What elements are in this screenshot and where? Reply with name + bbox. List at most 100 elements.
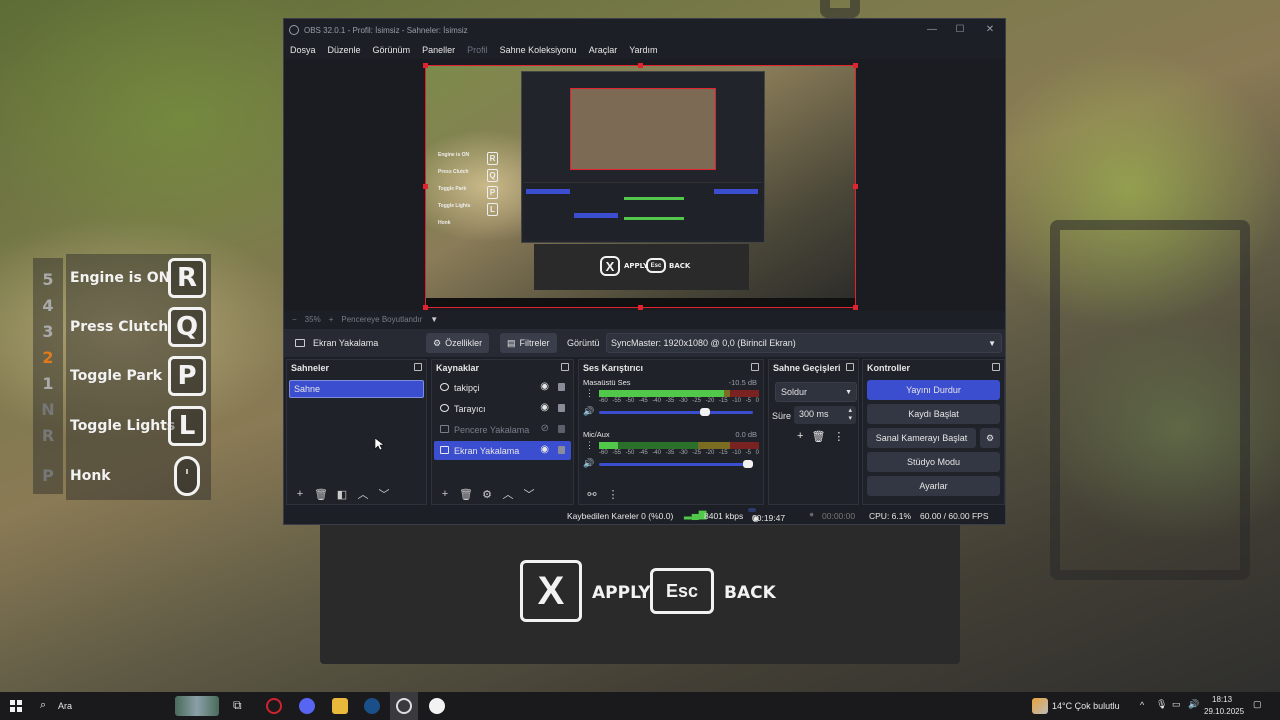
- windows-start-icon[interactable]: [10, 700, 22, 712]
- eye-hidden-icon[interactable]: ⊘: [541, 423, 549, 434]
- undock-icon[interactable]: [561, 363, 569, 371]
- microphone-icon[interactable]: 🎙: [1156, 699, 1167, 710]
- add-icon[interactable]: +: [797, 430, 803, 443]
- minimize-button[interactable]: —: [924, 22, 940, 38]
- menu-paneller[interactable]: Paneller: [416, 45, 461, 55]
- close-button[interactable]: ✕: [982, 22, 998, 38]
- transition-select[interactable]: Soldur ▼: [775, 382, 857, 402]
- filters-button[interactable]: ▤ Filtreler: [500, 333, 557, 353]
- resize-handle-bm[interactable]: [638, 305, 643, 310]
- preview-area[interactable]: Engine is ON R Press Clutch Q Toggle Park P…: [284, 59, 1005, 311]
- opera-icon[interactable]: [266, 698, 282, 714]
- scene-item[interactable]: Sahne: [289, 380, 424, 398]
- resize-handle-tr[interactable]: [853, 63, 858, 68]
- steam-icon[interactable]: [364, 698, 380, 714]
- filter-icon[interactable]: ◧: [333, 488, 351, 501]
- resize-handle-ml[interactable]: [423, 184, 428, 189]
- resize-handle-mr[interactable]: [853, 184, 858, 189]
- resize-handle-br[interactable]: [853, 305, 858, 310]
- start-recording-button[interactable]: Kaydı Başlat: [867, 404, 1000, 424]
- chevron-up-icon[interactable]: ︿: [499, 486, 517, 502]
- weather-text[interactable]: 14°C Çok bulutlu: [1052, 701, 1120, 711]
- trash-icon[interactable]: 🗑: [457, 488, 475, 501]
- zoom-out-button[interactable]: −: [292, 315, 297, 324]
- trash-icon[interactable]: 🗑: [312, 488, 330, 501]
- duration-spinbox[interactable]: 300 ms ▴ ▾: [794, 406, 856, 424]
- properties-button[interactable]: ⚙ Özellikler: [426, 333, 490, 353]
- undock-icon[interactable]: [751, 363, 759, 371]
- zoom-in-button[interactable]: +: [329, 315, 334, 324]
- add-icon[interactable]: +: [291, 488, 309, 500]
- studio-mode-button[interactable]: Stüdyo Modu: [867, 452, 1000, 472]
- resize-handle-bl[interactable]: [423, 305, 428, 310]
- widgets-thumbnail[interactable]: [175, 696, 219, 716]
- menu-dosya[interactable]: Dosya: [284, 45, 322, 55]
- more-vert-icon[interactable]: ⋮: [585, 388, 594, 399]
- eye-icon[interactable]: ◉: [540, 444, 549, 455]
- trash-icon[interactable]: 🗑: [811, 430, 825, 443]
- more-vert-icon[interactable]: ⋮: [833, 430, 844, 443]
- menu-gorunum[interactable]: Görünüm: [367, 45, 417, 55]
- search-icon[interactable]: ⌕: [40, 699, 46, 712]
- resize-handle-tm[interactable]: [638, 63, 643, 68]
- volume-knob[interactable]: [699, 408, 710, 416]
- apply-key[interactable]: X: [520, 560, 582, 622]
- resize-handle-tl[interactable]: [423, 63, 428, 68]
- menu-yardim[interactable]: Yardım: [623, 45, 663, 55]
- settings-button[interactable]: Ayarlar: [867, 476, 1000, 496]
- menu-sahne-koleksiyonu[interactable]: Sahne Koleksiyonu: [494, 45, 583, 55]
- chevron-down-icon[interactable]: ▼: [430, 315, 438, 324]
- preview-canvas[interactable]: Engine is ON R Press Clutch Q Toggle Park P…: [425, 65, 856, 308]
- gear-icon[interactable]: ⚙: [980, 428, 1000, 448]
- menu-araclar[interactable]: Araçlar: [583, 45, 624, 55]
- volume-slider[interactable]: [599, 460, 753, 468]
- source-item[interactable]: takipçi ◉: [434, 378, 571, 397]
- eye-icon[interactable]: ◉: [540, 381, 549, 392]
- undock-icon[interactable]: [414, 363, 422, 371]
- discord-icon[interactable]: [299, 698, 315, 714]
- volume-slider[interactable]: [599, 408, 753, 416]
- source-item[interactable]: Tarayıcı ◉: [434, 399, 571, 418]
- speaker-icon[interactable]: 🔊: [583, 406, 594, 417]
- chevron-up-icon[interactable]: ︿: [354, 486, 372, 502]
- lock-icon[interactable]: [558, 404, 565, 412]
- chevron-down-icon[interactable]: ﹀: [520, 486, 538, 502]
- lock-icon[interactable]: [558, 383, 565, 391]
- control-key: Q: [168, 307, 206, 347]
- search-label[interactable]: Ara: [58, 701, 72, 711]
- chevron-up-icon[interactable]: ^: [1140, 700, 1144, 710]
- gear-icon[interactable]: ⚙: [478, 488, 496, 501]
- obs-icon[interactable]: [396, 698, 412, 714]
- maximize-button[interactable]: ☐: [952, 22, 968, 38]
- eye-icon[interactable]: ◉: [540, 402, 549, 413]
- volume-knob[interactable]: [743, 460, 753, 468]
- display-select[interactable]: SyncMaster: 1920x1080 @ 0,0 (Birincil Ek…: [606, 333, 1002, 353]
- file-explorer-icon[interactable]: [332, 698, 348, 714]
- clock-date[interactable]: 29.10.2025: [1204, 707, 1244, 716]
- notification-icon[interactable]: ▢: [1253, 699, 1262, 710]
- lock-icon[interactable]: [558, 425, 565, 433]
- undock-icon[interactable]: [846, 363, 854, 371]
- fit-to-window-label[interactable]: Pencereye Boyutlandır: [341, 315, 422, 324]
- lock-icon[interactable]: [558, 446, 565, 454]
- menu-duzenle[interactable]: Düzenle: [322, 45, 367, 55]
- speaker-icon[interactable]: 🔊: [583, 458, 594, 469]
- source-item[interactable]: Pencere Yakalama ⊘: [434, 420, 571, 439]
- link-icon[interactable]: ⚯: [583, 488, 601, 501]
- task-view-icon[interactable]: ⧉: [233, 698, 249, 714]
- start-virtual-camera-button[interactable]: Sanal Kamerayı Başlat: [867, 428, 976, 448]
- stop-stream-button[interactable]: Yayını Durdur: [867, 380, 1000, 400]
- network-icon[interactable]: ▭: [1172, 699, 1181, 710]
- more-vert-icon[interactable]: ⋮: [604, 488, 622, 501]
- stepper-icon[interactable]: ▴ ▾: [848, 407, 852, 423]
- source-item[interactable]: Ekran Yakalama ◉: [434, 441, 571, 460]
- undock-icon[interactable]: [992, 363, 1000, 371]
- menu-profil[interactable]: Profil: [461, 45, 494, 55]
- back-key[interactable]: Esc: [650, 568, 714, 614]
- more-vert-icon[interactable]: ⋮: [585, 440, 594, 451]
- volume-icon[interactable]: 🔊: [1188, 699, 1199, 710]
- unreal-icon[interactable]: [429, 698, 445, 714]
- clock-time[interactable]: 18:13: [1212, 695, 1232, 704]
- add-icon[interactable]: +: [436, 488, 454, 500]
- chevron-down-icon[interactable]: ﹀: [375, 486, 393, 502]
